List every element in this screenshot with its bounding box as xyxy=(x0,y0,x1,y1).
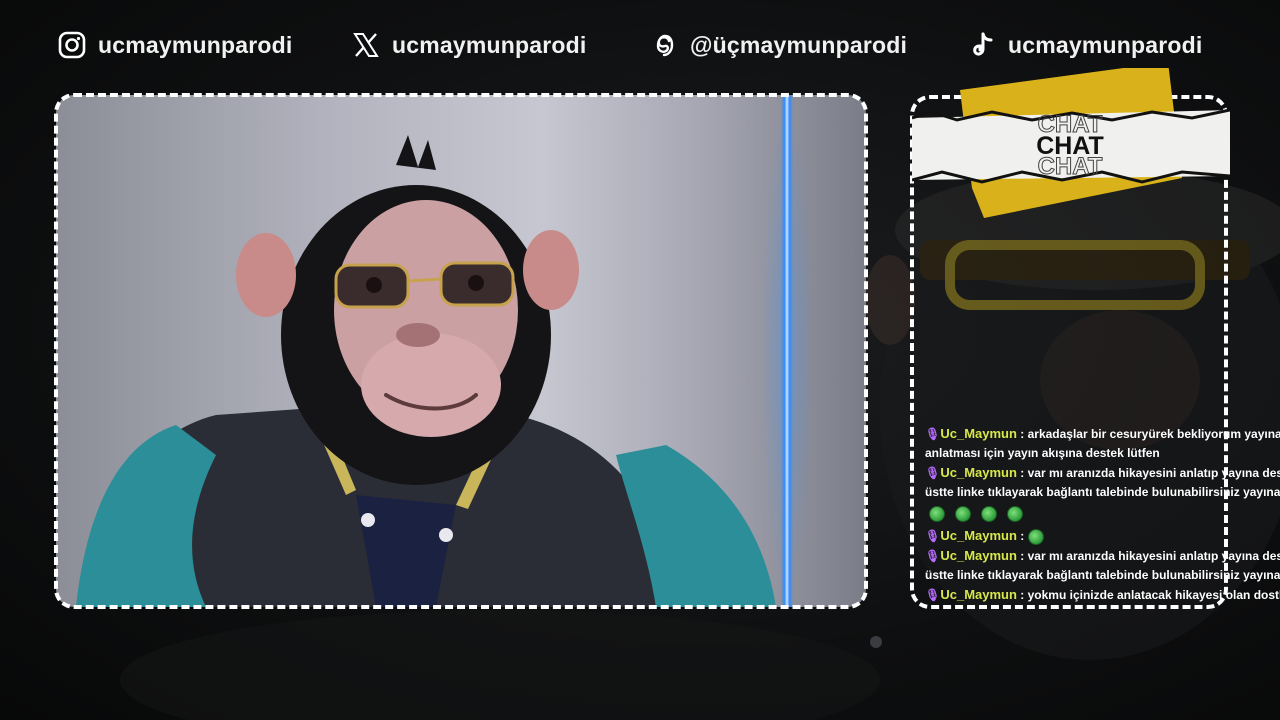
chat-username: Uc_Maymun xyxy=(940,528,1017,543)
chat-message-continuation: üstte linke tıklayarak bağlantı talebind… xyxy=(925,485,1280,499)
chat-message: 🎙 Uc_Maymun : xyxy=(925,526,1280,546)
social-handle-text: ucmaymunparodi xyxy=(98,31,293,58)
social-handle-text: ucmaymunparodi xyxy=(1008,31,1203,58)
instagram-icon xyxy=(58,31,86,59)
chat-message-continuation: üstte linke tıklayarak bağlantı talebind… xyxy=(925,568,1280,582)
chat-message-continuation: anlatması için yayın akışına destek lütf… xyxy=(925,446,1160,460)
social-x[interactable]: ucmaymunparodi xyxy=(352,22,587,68)
monkey-emote-icon xyxy=(955,506,971,522)
chat-text: var mı aranızda hikayesini anlatıp yayın… xyxy=(1027,549,1280,563)
chat-username: Uc_Maymun xyxy=(940,465,1017,480)
background-dot xyxy=(870,636,882,648)
monkey-emote-icon xyxy=(1027,528,1044,545)
monkey-emote-icon xyxy=(1007,506,1023,522)
monkey-emote-icon xyxy=(929,506,945,522)
chat-separator: : xyxy=(1016,466,1028,480)
microphone-icon: 🎙 xyxy=(925,529,941,543)
microphone-icon: 🎙 xyxy=(925,549,941,563)
chat-message: 🎙 Uc_Maymun : var mı aranızda hikayesini… xyxy=(925,546,1280,566)
monkey-avatar-illustration xyxy=(76,135,776,607)
chat-text: yokmu içinizde anlatacak hikayesi olan d… xyxy=(1027,588,1280,602)
microphone-icon: 🎙 xyxy=(925,466,941,480)
chat-text: arkadaşlar bir cesuryürek bekliyorum yay… xyxy=(1027,427,1280,441)
chat-separator: : xyxy=(1016,529,1028,543)
social-tiktok[interactable]: ucmaymunparodi xyxy=(968,22,1203,68)
tiktok-icon xyxy=(968,31,996,59)
chat-username: Uc_Maymun xyxy=(940,548,1017,563)
x-twitter-icon xyxy=(352,31,380,59)
chat-header-banner: CHAT CHAT CHAT xyxy=(912,68,1230,218)
chat-separator: : xyxy=(1016,549,1028,563)
background-floor-art xyxy=(120,610,880,720)
social-instagram[interactable]: ucmaymunparodi xyxy=(58,22,293,68)
social-handles-bar: ucmaymunparodi ucmaymunparodi @üçmaymunp… xyxy=(0,22,1280,68)
chat-message: 🎙 Uc_Maymun : yokmu içinizde anlatacak h… xyxy=(925,585,1280,605)
monkey-emote-icon xyxy=(981,506,997,522)
social-threads[interactable]: @üçmaymunparodi xyxy=(650,22,907,68)
threads-icon xyxy=(650,31,678,59)
video-feed xyxy=(56,95,866,607)
chat-separator: : xyxy=(1016,427,1028,441)
chat-text: var mı aranızda hikayesini anlatıp yayın… xyxy=(1027,466,1280,480)
chat-message: 🎙 Uc_Maymun : arkadaşlar bir cesuryürek … xyxy=(925,424,1280,444)
social-handle-text: ucmaymunparodi xyxy=(392,31,587,58)
microphone-icon: 🎙 xyxy=(925,588,941,602)
microphone-icon: 🎙 xyxy=(925,427,941,441)
chat-header-ghost-bottom: CHAT xyxy=(1038,153,1103,180)
chat-username: Uc_Maymun xyxy=(940,587,1017,602)
social-handle-text: @üçmaymunparodi xyxy=(690,31,908,58)
chat-message-list[interactable]: 🎙 Uc_Maymun : arkadaşlar bir cesuryürek … xyxy=(925,424,1280,605)
chat-emote-row xyxy=(925,502,1280,526)
chat-separator: : xyxy=(1016,588,1028,602)
chat-message: 🎙 Uc_Maymun : var mı aranızda hikayesini… xyxy=(925,463,1280,483)
chat-username: Uc_Maymun xyxy=(940,426,1017,441)
